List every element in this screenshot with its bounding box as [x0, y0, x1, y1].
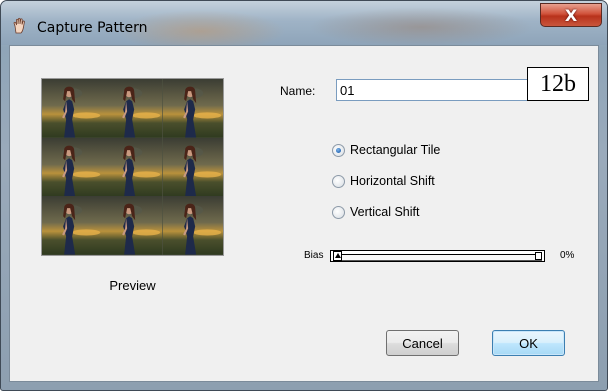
- name-label: Name:: [280, 84, 316, 98]
- radio-button[interactable]: [332, 205, 345, 219]
- close-icon: X: [564, 5, 578, 25]
- title-bar[interactable]: Capture Pattern X: [1, 1, 607, 45]
- slider-end-handle[interactable]: [535, 252, 542, 260]
- radio-rectangular-tile[interactable]: Rectangular Tile: [332, 143, 440, 157]
- preview-tile: [102, 137, 163, 197]
- dialog-title: Capture Pattern: [37, 20, 148, 36]
- slider-track: [333, 254, 542, 261]
- preview-tile: [162, 137, 223, 197]
- radio-vertical-shift[interactable]: Vertical Shift: [332, 205, 419, 219]
- slider-thumb[interactable]: [333, 251, 342, 261]
- preview-tile: [102, 196, 163, 255]
- hand-icon: [13, 17, 25, 34]
- radio-button[interactable]: [332, 174, 345, 188]
- preview-tile: [42, 196, 103, 255]
- cancel-button[interactable]: Cancel: [386, 330, 459, 356]
- bias-slider[interactable]: [330, 250, 545, 262]
- preview-tile: [42, 79, 103, 138]
- preview-tile: [102, 79, 163, 138]
- preview-tile: [162, 196, 223, 255]
- bias-value: 0%: [560, 250, 575, 261]
- ok-button[interactable]: OK: [492, 330, 565, 356]
- bias-label: Bias: [304, 250, 324, 261]
- radio-label: Rectangular Tile: [350, 143, 441, 157]
- dialog-body: Preview Name: 12b Rectangular Tile Horiz…: [9, 45, 599, 382]
- radio-label: Horizontal Shift: [350, 174, 435, 188]
- preview-image: [41, 78, 224, 256]
- radio-horizontal-shift[interactable]: Horizontal Shift: [332, 174, 435, 188]
- preview-tile: [162, 79, 223, 138]
- radio-button-selected[interactable]: [332, 143, 345, 157]
- radio-label: Vertical Shift: [350, 205, 420, 219]
- capture-pattern-dialog: Capture Pattern X Preview Name: 12b Rect…: [0, 0, 608, 391]
- close-button[interactable]: X: [540, 3, 602, 27]
- figure-tag: 12b: [527, 67, 589, 101]
- preview-tile: [42, 137, 103, 197]
- preview-label: Preview: [109, 278, 156, 293]
